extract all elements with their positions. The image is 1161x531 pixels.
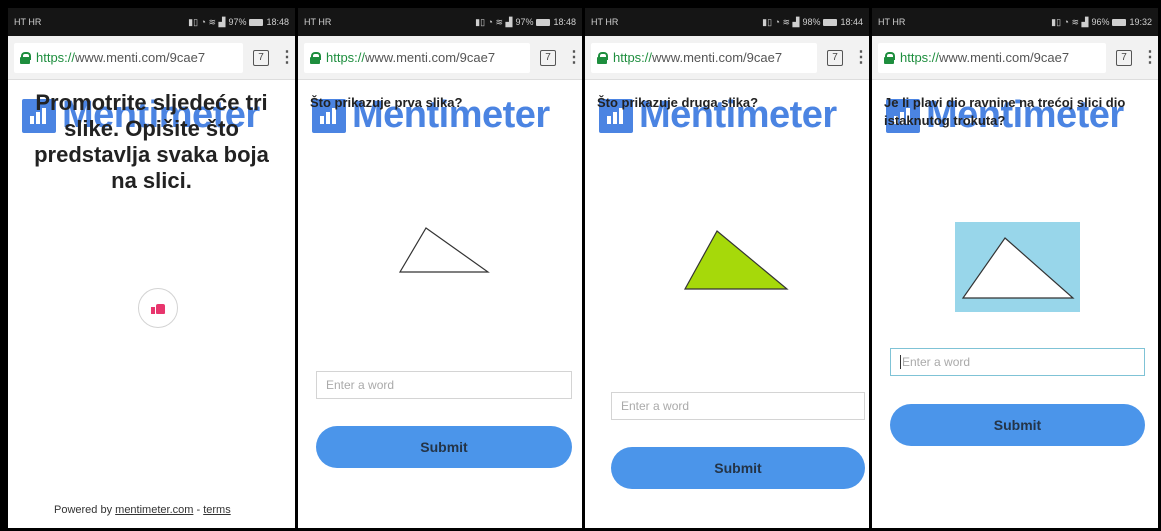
lock-icon [20, 51, 31, 64]
carrier-label: HT HR [304, 17, 332, 27]
phone-screen-4: HT HR ▮▯ ◔ ≋ ▟ 96% 19:32 https://www.men… [872, 8, 1158, 528]
url-rest: www.menti.com/9cae7 [75, 50, 206, 65]
browser-toolbar: https://www.menti.com/9cae7 7 ⋮ [872, 36, 1158, 80]
status-bar: HT HR ▮▯ ◔ ≋ ▟ 96% 19:32 [872, 8, 1158, 36]
battery-percent: 97% [515, 17, 534, 27]
browser-toolbar: https://www.menti.com/9cae7 7 ⋮ [298, 36, 582, 80]
text-caret [900, 355, 901, 369]
url-scheme: https:// [36, 50, 76, 65]
tabs-count-button[interactable]: 7 [540, 49, 556, 66]
url-scheme: https:// [326, 50, 366, 65]
word-input[interactable]: Enter a word [316, 371, 572, 399]
phone-screen-2: HT HR ▮▯ ◔ ≋ ▟ 97% 18:48 https://www.men… [298, 8, 582, 528]
address-bar[interactable]: https://www.menti.com/9cae7 [14, 42, 243, 73]
submit-button[interactable]: Submit [316, 426, 572, 468]
lock-icon [884, 51, 895, 64]
phone-screen-3: HT HR ▮▯ ◔ ≋ ▟ 98% 18:44 https://www.men… [585, 8, 869, 528]
battery-percent: 97% [228, 17, 247, 27]
address-bar[interactable]: https://www.menti.com/9cae7 [304, 42, 530, 73]
presentation-title: Promotrite sljedeće tri slike. Opišite š… [34, 90, 269, 193]
status-bar: HT HR ▮▯ ◔ ≋ ▟ 97% 18:48 [8, 8, 295, 36]
clock: 18:44 [840, 17, 863, 27]
clock: 18:48 [553, 17, 576, 27]
battery-percent: 98% [802, 17, 821, 27]
triangle-image [398, 227, 490, 273]
submit-button[interactable]: Submit [890, 404, 1145, 446]
lock-icon [310, 51, 321, 64]
signal-icons: ▮▯ ◔ ≋ ▟ [188, 16, 226, 27]
word-input[interactable]: Enter a word [611, 392, 865, 420]
battery-icon [536, 18, 551, 26]
url-rest: www.menti.com/9cae7 [365, 50, 496, 65]
like-button[interactable] [138, 288, 178, 328]
overflow-menu-icon[interactable]: ⋮ [1142, 49, 1158, 66]
carrier-label: HT HR [591, 17, 619, 27]
browser-toolbar: https://www.menti.com/9cae7 7 ⋮ [8, 36, 295, 80]
status-bar: HT HR ▮▯ ◔ ≋ ▟ 97% 18:48 [298, 8, 582, 36]
footer-separator: - [196, 504, 201, 516]
triangle-on-blue-plane-image [955, 222, 1080, 312]
signal-icons: ▮▯ ◔ ≋ ▟ [1051, 16, 1089, 27]
question-text: Što prikazuje prva slika? [310, 95, 463, 110]
url-scheme: https:// [900, 50, 940, 65]
powered-by-label: Powered by [54, 504, 113, 516]
thumbs-up-icon [151, 302, 165, 314]
footer: Powered by mentimeter.com - terms [54, 504, 231, 516]
battery-icon [1112, 18, 1127, 26]
url-scheme: https:// [613, 50, 653, 65]
battery-icon [249, 18, 264, 26]
battery-icon [823, 18, 838, 26]
overflow-menu-icon[interactable]: ⋮ [566, 49, 582, 66]
submit-button[interactable]: Submit [611, 447, 865, 489]
tabs-count-button[interactable]: 7 [253, 49, 269, 66]
question-text: Što prikazuje druga slika? [597, 95, 759, 110]
status-bar: HT HR ▮▯ ◔ ≋ ▟ 98% 18:44 [585, 8, 869, 36]
tabs-count-button[interactable]: 7 [827, 49, 843, 66]
mentimeter-link[interactable]: mentimeter.com [115, 504, 193, 516]
battery-percent: 96% [1091, 17, 1110, 27]
carrier-label: HT HR [878, 17, 906, 27]
url-rest: www.menti.com/9cae7 [939, 50, 1070, 65]
clock: 18:48 [266, 17, 289, 27]
terms-link[interactable]: terms [203, 504, 231, 516]
address-bar[interactable]: https://www.menti.com/9cae7 [591, 42, 817, 73]
signal-icons: ▮▯ ◔ ≋ ▟ [762, 16, 800, 27]
overflow-menu-icon[interactable]: ⋮ [853, 49, 869, 66]
phone-screen-1: HT HR ▮▯ ◔ ≋ ▟ 97% 18:48 https://www.men… [8, 8, 295, 528]
clock: 19:32 [1129, 17, 1152, 27]
overflow-menu-icon[interactable]: ⋮ [279, 49, 295, 66]
browser-toolbar: https://www.menti.com/9cae7 7 ⋮ [585, 36, 869, 80]
address-bar[interactable]: https://www.menti.com/9cae7 [878, 42, 1106, 73]
word-input[interactable]: Enter a word [890, 348, 1145, 376]
signal-icons: ▮▯ ◔ ≋ ▟ [475, 16, 513, 27]
input-placeholder: Enter a word [902, 355, 971, 369]
lock-icon [597, 51, 608, 64]
tabs-count-button[interactable]: 7 [1116, 49, 1132, 66]
url-rest: www.menti.com/9cae7 [652, 50, 783, 65]
carrier-label: HT HR [14, 17, 42, 27]
question-text: Je li plavi dio ravnine na trećoj slici … [884, 95, 1126, 128]
green-triangle-image [683, 230, 789, 290]
screenshot-collage: HT HR ▮▯ ◔ ≋ ▟ 97% 18:48 https://www.men… [8, 8, 1158, 528]
